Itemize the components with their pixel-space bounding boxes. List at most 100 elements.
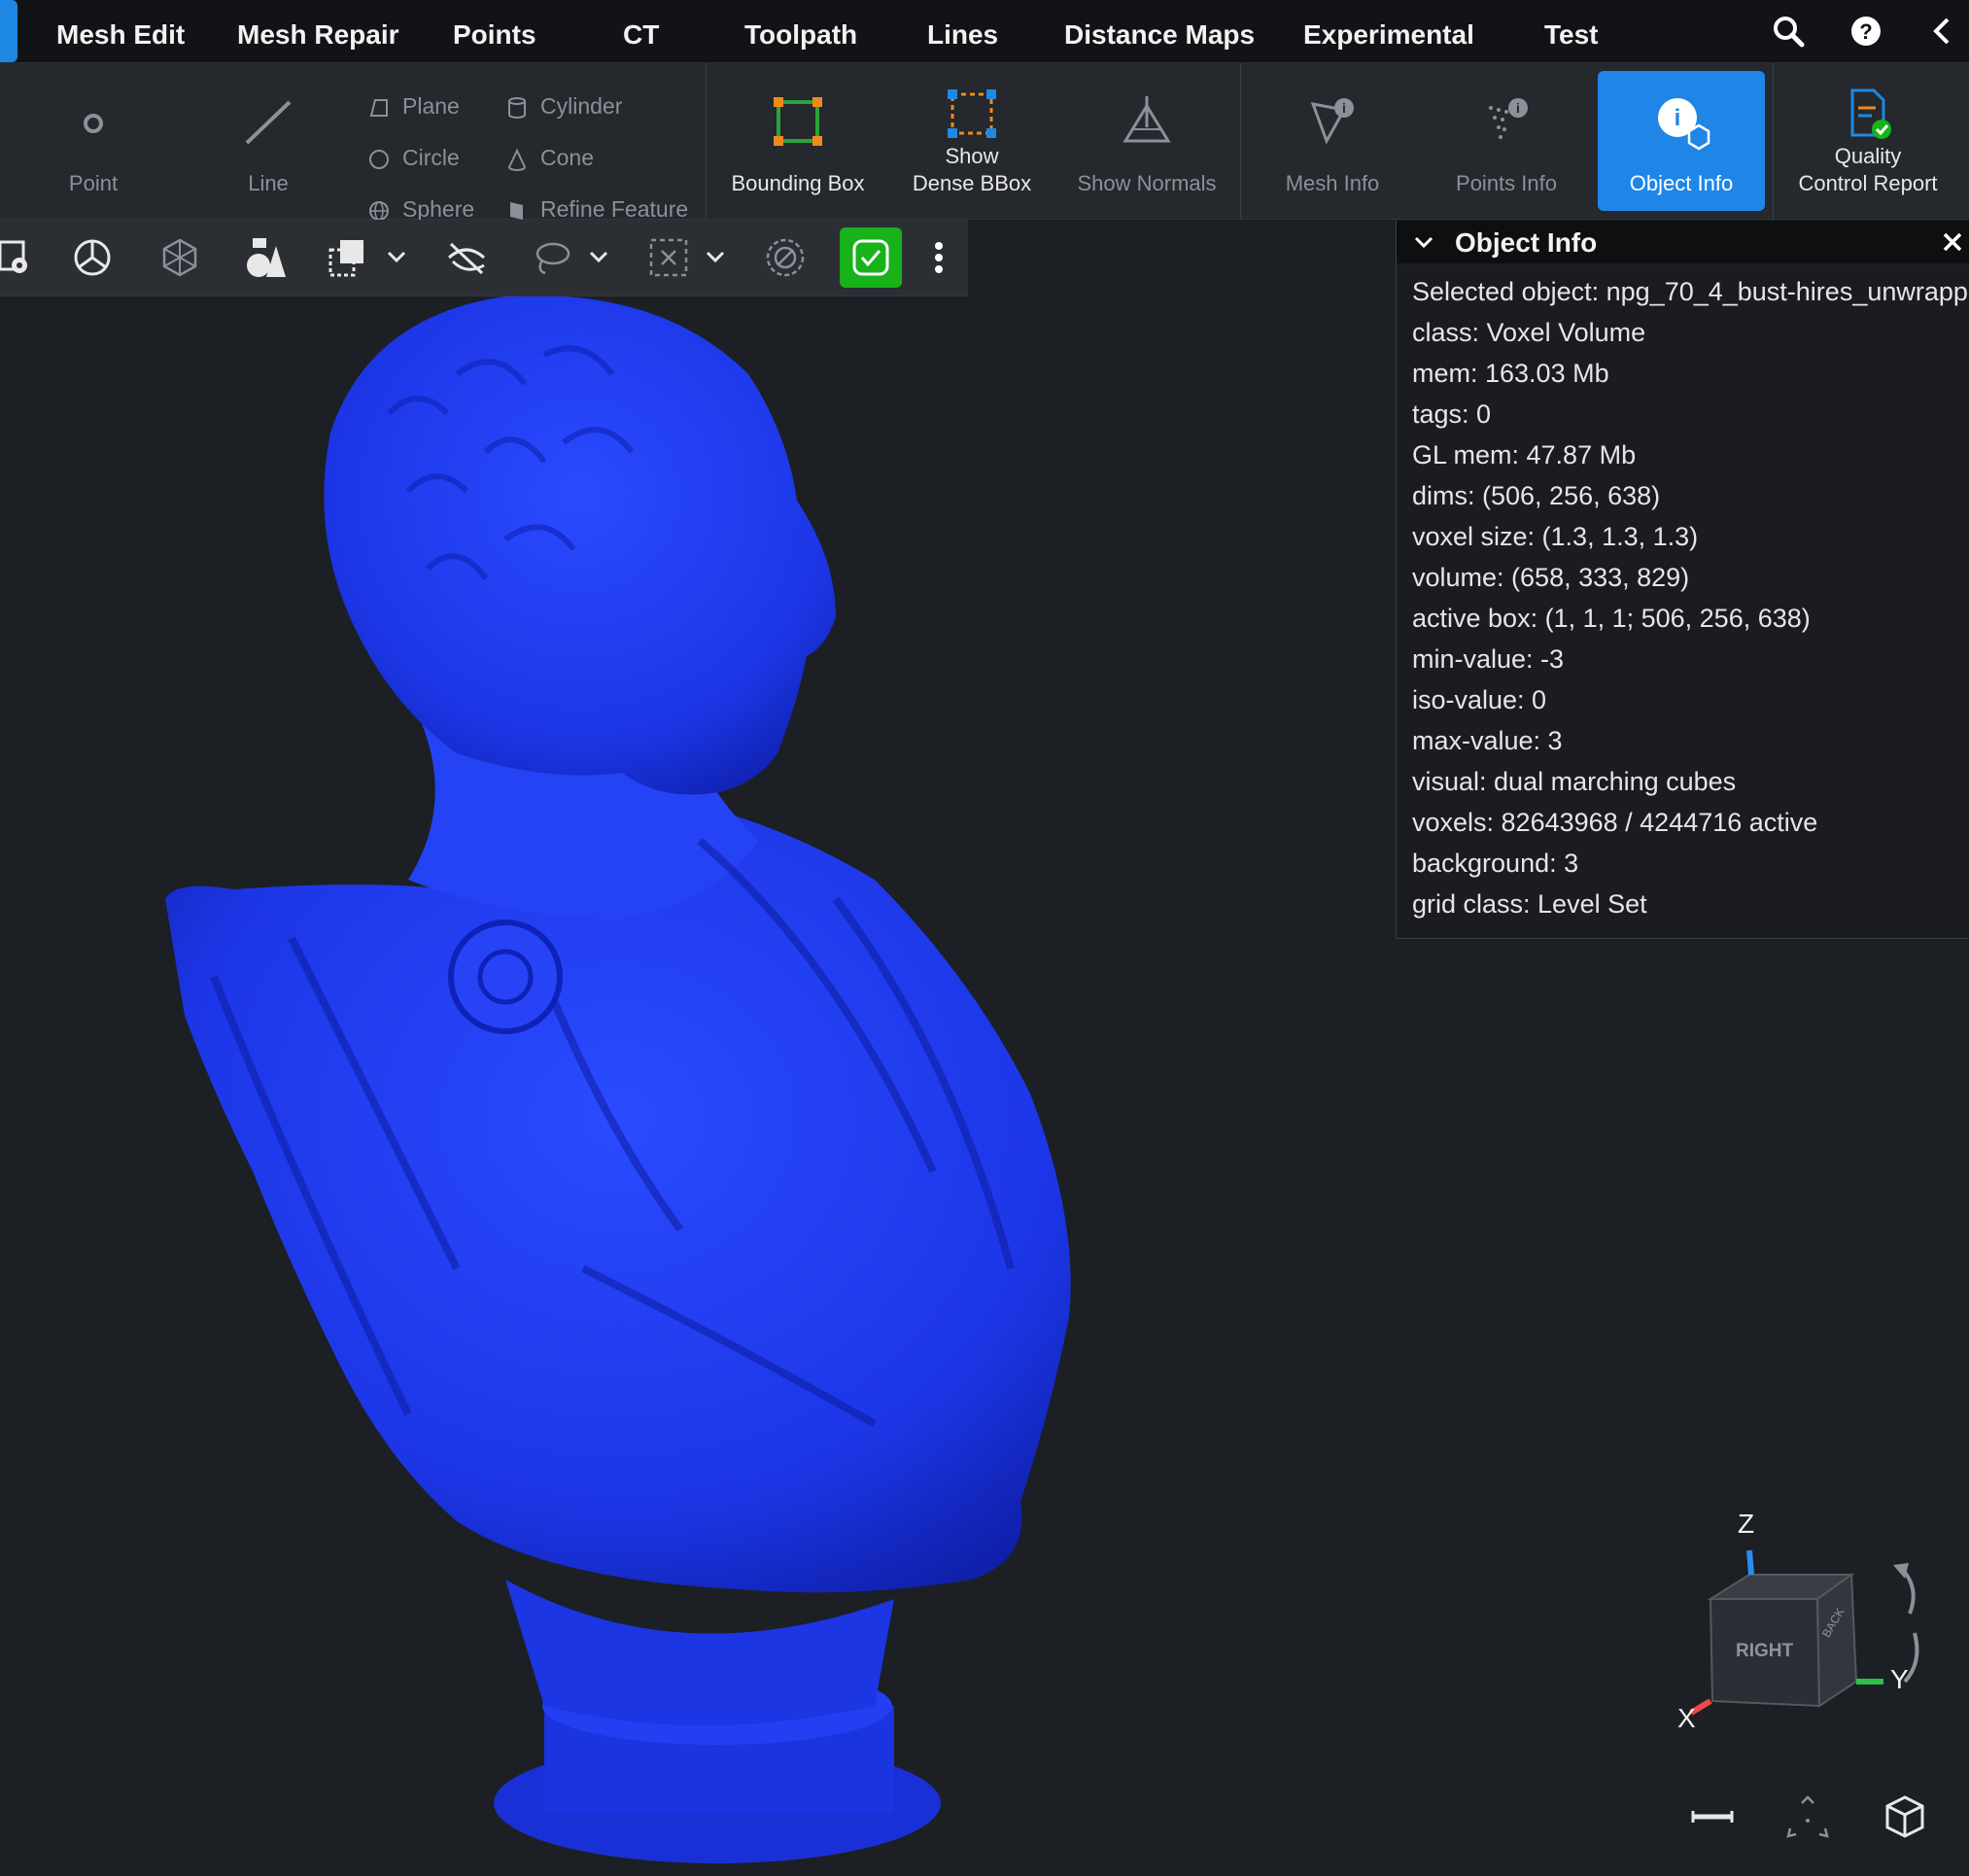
- deselect-icon[interactable]: [647, 236, 690, 279]
- show-dense-bbox-line-2: Dense BBox: [912, 171, 1032, 195]
- quality-control-line-2: Control Report: [1798, 171, 1938, 195]
- network-icon[interactable]: [158, 236, 201, 279]
- points-info-button[interactable]: i Points Info: [1424, 71, 1589, 211]
- show-normals-button[interactable]: Show Normals: [1064, 71, 1229, 211]
- line-button[interactable]: Line: [185, 71, 352, 211]
- info-max-value: max-value: 3: [1412, 726, 1563, 755]
- lasso-icon[interactable]: [530, 236, 572, 279]
- svg-text:i: i: [1675, 105, 1681, 131]
- cylinder-icon: [508, 96, 526, 119]
- bounding-box-icon: [774, 97, 822, 146]
- chevron-down-icon[interactable]: [385, 245, 408, 268]
- info-class: class: Voxel Volume: [1412, 318, 1646, 347]
- info-gl-mem: GL mem: 47.87 Mb: [1412, 440, 1637, 469]
- show-dense-bbox-label: Show Dense BBox: [889, 143, 1054, 197]
- cylinder-button[interactable]: Cylinder: [505, 87, 622, 125]
- info-voxel-size: voxel size: (1.3, 1.3, 1.3): [1412, 522, 1699, 551]
- axis-z-label: Z: [1738, 1509, 1755, 1539]
- ribbon-separator: [706, 63, 707, 219]
- info-iso-value: iso-value: 0: [1412, 685, 1547, 714]
- menu-toolpath[interactable]: Toolpath: [744, 0, 857, 62]
- circle-button[interactable]: Circle: [367, 138, 460, 177]
- points-info-label: Points Info: [1456, 171, 1557, 195]
- bounding-box-button[interactable]: Bounding Box: [715, 71, 881, 211]
- confirm-button[interactable]: [840, 227, 902, 288]
- menu-experimental[interactable]: Experimental: [1303, 0, 1474, 62]
- menu-mesh-repair[interactable]: Mesh Repair: [237, 0, 399, 62]
- menu-lines[interactable]: Lines: [927, 0, 998, 62]
- info-background: background: 3: [1412, 849, 1579, 878]
- cone-button[interactable]: Cone: [505, 138, 594, 177]
- copy-icon[interactable]: [327, 236, 369, 279]
- info-visual: visual: dual marching cubes: [1412, 767, 1737, 796]
- refine-feature-label: Refine Feature: [540, 196, 689, 222]
- info-dims: dims: (506, 256, 638): [1412, 481, 1661, 510]
- point-button[interactable]: Point: [10, 71, 177, 211]
- no-selection-icon[interactable]: [764, 236, 807, 279]
- show-normals-label: Show Normals: [1077, 171, 1217, 195]
- show-dense-bbox-line-1: Show: [945, 144, 999, 168]
- info-mem: mem: 163.03 Mb: [1412, 359, 1609, 388]
- measure-ruler-icon[interactable]: [1689, 1793, 1736, 1840]
- menu-distance-maps[interactable]: Distance Maps: [1064, 0, 1255, 62]
- collapse-chevron-icon[interactable]: [1926, 14, 1961, 49]
- menu-test[interactable]: Test: [1544, 0, 1599, 62]
- plane-icon: [369, 98, 388, 117]
- menu-ct[interactable]: CT: [623, 0, 659, 62]
- object-info-button[interactable]: i Object Info: [1598, 71, 1765, 211]
- plane-button[interactable]: Plane: [367, 87, 460, 125]
- dense-bbox-icon: [948, 89, 996, 138]
- line-label: Line: [248, 171, 289, 195]
- info-tags: tags: 0: [1412, 400, 1492, 429]
- voxel-bust-model[interactable]: [0, 296, 1399, 1876]
- chevron-down-icon[interactable]: [587, 245, 610, 268]
- line-icon: [245, 100, 292, 145]
- object-info-label: Object Info: [1629, 171, 1734, 195]
- object-info-header[interactable]: Object Info: [1397, 221, 1969, 263]
- info-grid-class: grid class: Level Set: [1412, 889, 1647, 919]
- cube-face-right[interactable]: RIGHT: [1736, 1641, 1793, 1662]
- confirm-check-icon: [852, 239, 889, 276]
- mesh-info-icon: i: [1310, 98, 1354, 145]
- view-cube[interactable]: Z X Y RIGHT BACK: [1672, 1497, 1963, 1750]
- menu-accent-tab[interactable]: [0, 0, 17, 62]
- quality-control-line-1: Quality: [1834, 144, 1902, 168]
- menu-mesh-edit[interactable]: Mesh Edit: [56, 0, 185, 62]
- ribbon-separator: [1240, 63, 1241, 219]
- mesh-info-button[interactable]: i Mesh Info: [1250, 71, 1415, 211]
- circle-icon: [369, 149, 389, 169]
- circle-label: Circle: [402, 145, 460, 170]
- quality-report-icon: [1850, 88, 1891, 139]
- cone-icon: [507, 148, 527, 171]
- info-selected-object: Selected object: npg_70_4_bust-hires_unw…: [1412, 277, 1968, 306]
- help-icon[interactable]: ?: [1848, 14, 1883, 49]
- quality-control-report-button[interactable]: Quality Control Report: [1780, 71, 1955, 211]
- cylinder-label: Cylinder: [540, 93, 623, 119]
- viewport-toolbar: [0, 220, 968, 296]
- search-icon[interactable]: [1771, 14, 1806, 49]
- show-dense-bbox-button[interactable]: Show Dense BBox: [889, 71, 1054, 211]
- menu-points[interactable]: Points: [453, 0, 536, 62]
- object-info-panel: Object Info Selected object: npg_70_4_bu…: [1396, 221, 1969, 939]
- chevron-down-icon[interactable]: [704, 245, 727, 268]
- fit-view-icon[interactable]: [1784, 1793, 1831, 1840]
- svg-text:?: ?: [1859, 19, 1872, 44]
- object-info-body: Selected object: npg_70_4_bust-hires_unw…: [1397, 263, 1969, 934]
- object-info-icon: i: [1658, 98, 1710, 151]
- svg-text:i: i: [1342, 100, 1346, 116]
- primitives-icon[interactable]: [243, 236, 286, 279]
- more-options-icon[interactable]: [917, 236, 960, 279]
- scene-settings-icon[interactable]: [0, 236, 43, 279]
- view-cube-graphic: [1689, 1549, 1919, 1716]
- close-icon[interactable]: [1941, 230, 1964, 254]
- orthographic-cube-icon[interactable]: [1882, 1793, 1928, 1840]
- axis-y-label: Y: [1890, 1664, 1909, 1694]
- ribbon-toolbar: Point Line Plane Cylinder Circle Cone Sp…: [0, 63, 1969, 222]
- hide-icon[interactable]: [445, 236, 488, 279]
- info-active-box: active box: (1, 1, 1; 506, 256, 638): [1412, 604, 1811, 633]
- mesh-merge-icon[interactable]: [71, 236, 114, 279]
- chevron-down-icon[interactable]: [1412, 230, 1435, 254]
- object-info-title: Object Info: [1455, 227, 1598, 258]
- point-label: Point: [68, 171, 119, 195]
- axis-x-label: X: [1677, 1703, 1696, 1733]
